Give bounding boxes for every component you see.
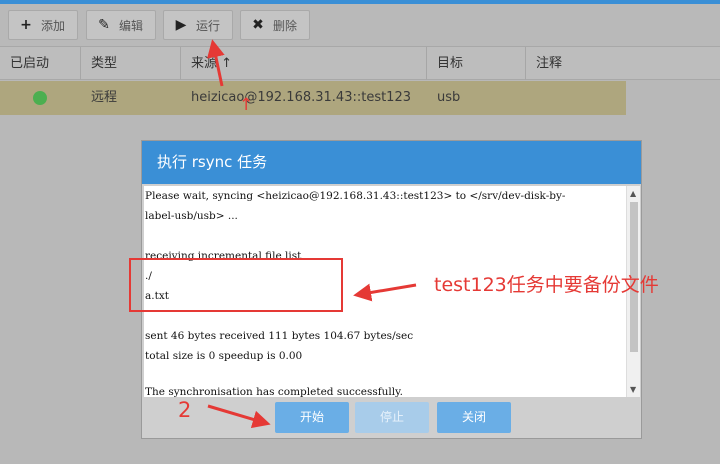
add-button-label: 添加 <box>41 18 66 33</box>
add-button[interactable]: + 添加 <box>8 10 78 40</box>
row-target: usb <box>437 90 461 105</box>
row-type: 远程 <box>91 90 118 105</box>
edit-button[interactable]: ✎ 编辑 <box>86 10 156 40</box>
pencil-icon: ✎ <box>98 17 110 33</box>
sort-asc-icon: ↑ <box>221 56 233 71</box>
console-line: sent 46 bytes received 111 bytes 104.67 … <box>145 330 414 342</box>
annotation-up-arrow: ↑ <box>239 95 254 115</box>
dialog-title: 执行 rsync 任务 <box>142 141 641 184</box>
close-button[interactable]: 关闭 <box>437 402 511 433</box>
console-line: The synchronisation has completed succes… <box>145 386 403 397</box>
enabled-status-icon <box>33 91 47 105</box>
column-header-source[interactable]: 来源 ↑ <box>181 47 427 80</box>
edit-button-label: 编辑 <box>119 18 144 33</box>
plus-icon: + <box>20 17 32 33</box>
highlight-box <box>129 258 343 312</box>
column-header-comment[interactable]: 注释 <box>526 47 720 80</box>
run-button[interactable]: ▶ 运行 <box>163 10 233 40</box>
column-header-source-label: 来源 <box>191 56 218 71</box>
dialog-footer: 开始 停止 关闭 <box>142 398 641 438</box>
row-comment <box>526 81 626 115</box>
delete-button-label: 删除 <box>273 18 298 33</box>
console-line: total size is 0 speedup is 0.00 <box>145 350 303 362</box>
run-button-label: 运行 <box>196 18 221 33</box>
scroll-up-icon[interactable]: ▲ <box>630 189 636 198</box>
delete-button[interactable]: ✖ 删除 <box>240 10 310 40</box>
play-icon: ▶ <box>175 17 187 33</box>
scroll-down-icon[interactable]: ▼ <box>630 385 636 394</box>
toolbar: + 添加 ✎ 编辑 ▶ 运行 ✖ 删除 <box>0 4 720 46</box>
start-button[interactable]: 开始 <box>275 402 349 433</box>
console-line: Please wait, syncing <heizicao@192.168.3… <box>145 190 566 202</box>
annotation-step-number: 2 <box>178 398 192 422</box>
row-source: heizicao@192.168.31.43::test123 <box>191 90 411 105</box>
console-line: label-usb/usb> ... <box>145 210 238 222</box>
table-row[interactable]: 远程 heizicao@192.168.31.43::test123 usb <box>0 81 626 115</box>
stop-button[interactable]: 停止 <box>355 402 429 433</box>
grid-header: 已启动 类型 来源 ↑ 目标 注释 <box>0 46 720 80</box>
annotation-text: test123任务中要备份文件 <box>434 274 659 296</box>
column-header-type[interactable]: 类型 <box>81 47 181 80</box>
close-icon: ✖ <box>252 17 264 33</box>
column-header-enabled[interactable]: 已启动 <box>0 47 81 80</box>
column-header-target[interactable]: 目标 <box>427 47 526 80</box>
